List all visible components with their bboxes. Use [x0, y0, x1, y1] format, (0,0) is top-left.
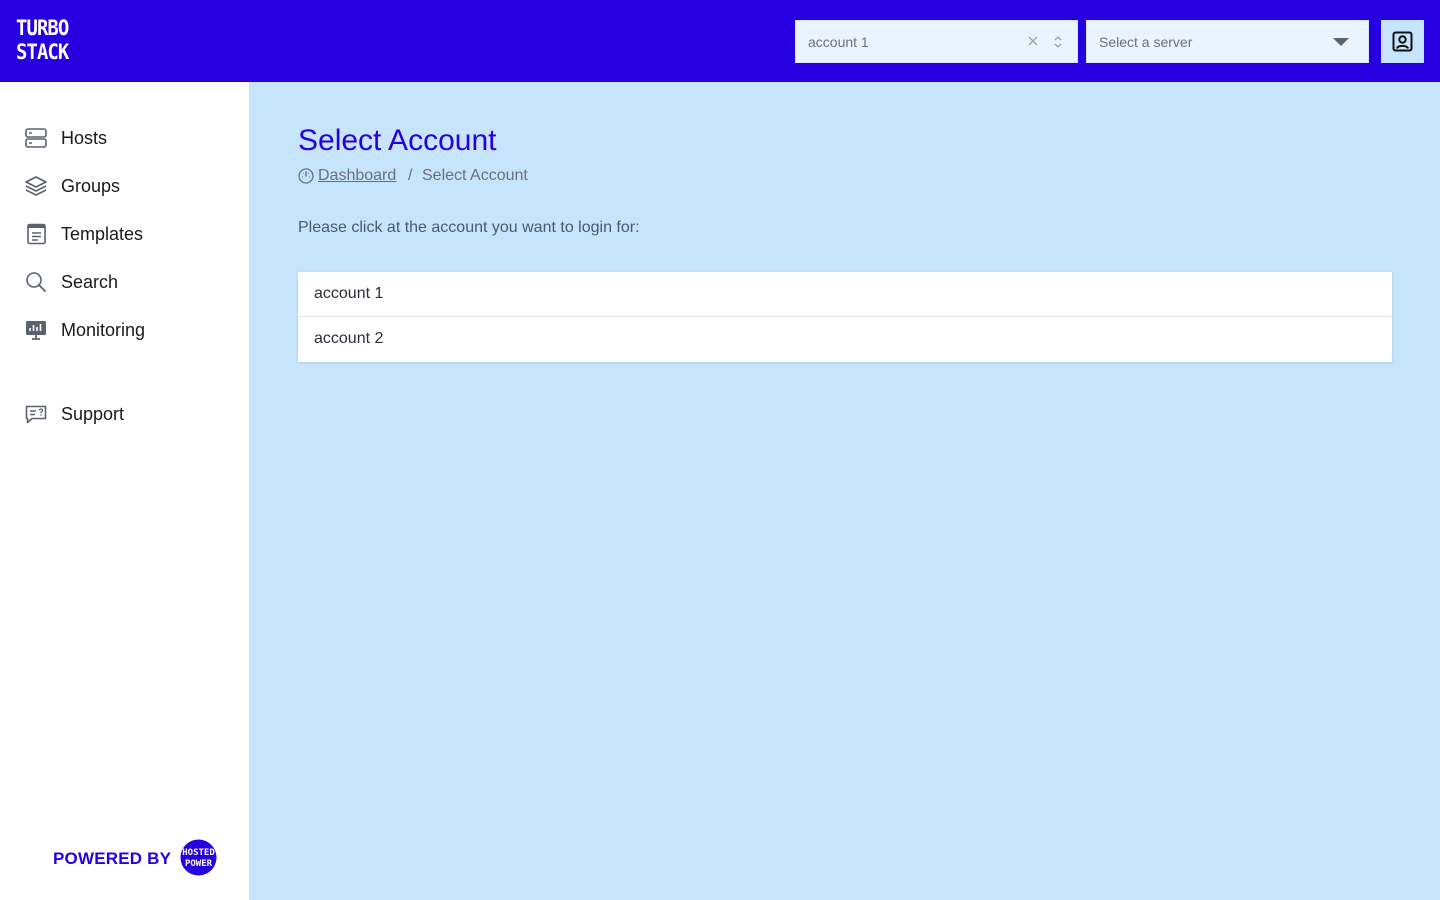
- layers-icon: [25, 176, 47, 196]
- sidebar: Hosts Groups Templates Search Monitoring…: [0, 82, 250, 900]
- account-select[interactable]: account 1: [795, 20, 1078, 63]
- account-name: account 1: [314, 285, 384, 302]
- turbo-stack-logo[interactable]: TURBO STACK: [16, 16, 69, 66]
- account-name: account 2: [314, 330, 384, 347]
- server-select-placeholder: Select a server: [1099, 34, 1193, 50]
- sidebar-item-monitoring[interactable]: Monitoring: [24, 314, 234, 346]
- svg-text:HOSTED: HOSTED: [182, 848, 215, 858]
- account-list: account 1 account 2: [298, 272, 1392, 362]
- account-select-value: account 1: [808, 34, 869, 50]
- sidebar-item-label: Templates: [61, 224, 144, 244]
- monitor-icon: [26, 321, 46, 340]
- support-chat-icon: [25, 405, 47, 424]
- chevron-up-down-icon[interactable]: [1051, 33, 1065, 51]
- top-header: TURBO STACK account 1 Select a server: [0, 0, 1440, 82]
- search-icon: [26, 272, 46, 292]
- user-profile-button[interactable]: [1381, 20, 1424, 63]
- sidebar-item-hosts[interactable]: Hosts: [24, 122, 234, 154]
- sidebar-item-label: Support: [61, 404, 125, 424]
- account-list-item[interactable]: account 1: [298, 272, 1392, 317]
- logo-line-1: TURBO: [16, 16, 69, 40]
- breadcrumb-separator: /: [408, 167, 413, 184]
- sidebar-item-support[interactable]: Support: [24, 398, 234, 430]
- powered-by-footer: POWERED BY HOSTED POWER: [53, 838, 223, 878]
- user-profile-icon: [1392, 31, 1413, 52]
- breadcrumb-current: Select Account: [422, 167, 528, 184]
- breadcrumb-dashboard-link[interactable]: Dashboard: [318, 167, 396, 185]
- instructions-text: Please click at the account you want to …: [298, 219, 640, 236]
- sidebar-item-search[interactable]: Search: [24, 266, 234, 298]
- dashboard-gauge-icon: [298, 168, 314, 184]
- server-icon: [25, 128, 47, 148]
- sidebar-item-label: Monitoring: [61, 320, 146, 340]
- sidebar-item-label: Groups: [61, 176, 121, 196]
- document-icon: [27, 223, 46, 245]
- sidebar-item-label: Search: [61, 272, 119, 292]
- caret-down-icon: [1333, 38, 1349, 46]
- hosted-power-logo[interactable]: HOSTED POWER: [180, 839, 217, 876]
- sidebar-item-label: Hosts: [61, 128, 108, 148]
- sidebar-item-groups[interactable]: Groups: [24, 170, 234, 202]
- page-title: Select Account: [298, 124, 497, 157]
- sidebar-item-templates[interactable]: Templates: [24, 218, 234, 250]
- account-list-item[interactable]: account 2: [298, 317, 1392, 362]
- close-icon[interactable]: [1026, 34, 1040, 48]
- powered-by-label: POWERED BY: [53, 849, 172, 868]
- logo-line-2: STACK: [16, 40, 69, 64]
- server-select[interactable]: Select a server: [1086, 20, 1369, 63]
- svg-text:POWER: POWER: [185, 859, 213, 869]
